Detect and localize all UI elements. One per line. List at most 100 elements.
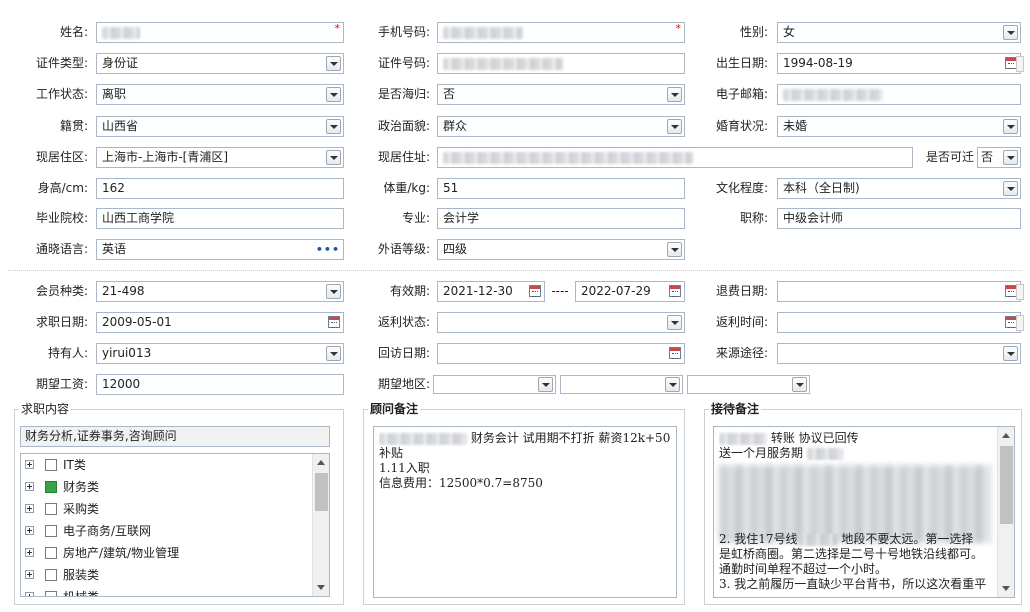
scroll-up-icon[interactable] [317,460,325,465]
apply-date-field[interactable]: 2009-05-01 [96,312,344,333]
expand-icon[interactable] [25,504,34,513]
calendar-icon[interactable] [529,285,541,297]
school-field[interactable]: 山西工商学院 [96,208,344,229]
checkbox[interactable] [45,503,57,515]
holder-label: 持有人: [47,346,88,360]
calendar-icon[interactable] [669,347,681,359]
chevron-down-icon[interactable] [326,346,341,361]
native-select[interactable]: 山西省 [96,116,344,137]
chevron-down-icon[interactable] [326,119,341,134]
chevron-down-icon[interactable] [1003,346,1018,361]
expand-icon[interactable] [25,482,34,491]
workstatus-select[interactable]: 离职 [96,84,344,105]
expand-icon[interactable] [25,460,34,469]
visit-date-field[interactable] [437,343,685,364]
marital-select[interactable]: 未婚 [777,116,1021,137]
expand-icon[interactable] [25,592,34,596]
checkbox[interactable] [45,591,57,596]
salary-field[interactable]: 12000 [96,374,344,395]
chevron-down-icon[interactable] [1003,119,1018,134]
height-value: 162 [102,181,125,195]
checkbox[interactable] [45,569,57,581]
overseas-select[interactable]: 否 [437,84,685,105]
chevron-down-icon[interactable] [1003,150,1018,165]
rebate-status-select[interactable] [437,312,685,333]
member-type-select[interactable]: 21-498 [96,281,344,302]
chevron-down-icon[interactable] [1003,25,1018,40]
email-field[interactable] [777,84,1021,105]
chevron-down-icon[interactable] [667,87,682,102]
language-field[interactable]: 英语 ••• [96,239,344,260]
valid-from-field[interactable]: 2021-12-30 [437,281,545,302]
tree-scrollbar[interactable] [312,454,329,596]
weight-field[interactable]: 51 [437,178,685,199]
tree-item-realestate[interactable]: 房地产/建筑/物业管理 [21,542,311,564]
reception-notes-textarea[interactable]: 转账 协议已回传 送一个月服务期 2. 我住17号线 地段不要太远。第一选择 是… [713,426,1015,598]
chevron-down-icon[interactable] [667,315,682,330]
scroll-down-icon[interactable] [1002,586,1010,591]
residence-select[interactable]: 上海市-上海市-[青浦区] [96,147,344,168]
political-select[interactable]: 群众 [437,116,685,137]
job-selected-field[interactable]: 财务分析,证券事务,咨询顾问 [20,426,330,447]
idtype-select[interactable]: 身份证 [96,53,344,74]
chevron-down-icon[interactable] [326,150,341,165]
valid-to-field[interactable]: 2022-07-29 [575,281,685,302]
chevron-down-icon[interactable] [538,377,553,392]
tree-item-finance[interactable]: 财务类 [21,476,311,498]
refund-date-field[interactable] [777,281,1021,302]
chevron-down-icon[interactable] [326,87,341,102]
langlevel-select[interactable]: 四级 [437,239,685,260]
name-field[interactable]: * [96,22,344,43]
phone-field[interactable]: * [437,22,685,43]
advisor-notes-textarea[interactable]: 财务会计 试用期不打折 薪资12k+500 补贴 1.11入职 信息费用：125… [373,426,677,598]
birth-date-field[interactable]: 1994-08-19 [777,53,1021,74]
more-options-icon[interactable]: ••• [316,240,340,259]
chevron-down-icon[interactable] [792,377,807,392]
relocate-select[interactable]: 否 [977,147,1021,168]
valid-separator: ---- [551,284,569,298]
chevron-down-icon[interactable] [667,119,682,134]
source-select[interactable] [777,343,1021,364]
title-field[interactable]: 中级会计师 [777,208,1021,229]
expand-icon[interactable] [25,548,34,557]
scroll-up-icon[interactable] [1002,433,1010,438]
calendar-icon[interactable] [669,285,681,297]
source-label: 来源途径: [715,346,768,360]
checkbox[interactable] [45,547,57,559]
reception-notes-title: 接待备注 [709,402,762,417]
expand-icon[interactable] [25,526,34,535]
checkbox-checked[interactable] [45,481,57,493]
scroll-thumb[interactable] [315,473,328,511]
scroll-down-icon[interactable] [317,585,325,590]
chevron-down-icon[interactable] [326,56,341,71]
rebate-time-field[interactable] [777,312,1021,333]
height-label: 身高/cm: [37,181,88,195]
region-city-select[interactable] [560,375,683,394]
region-district-select[interactable] [687,375,810,394]
expand-icon[interactable] [25,570,34,579]
checkbox[interactable] [45,525,57,537]
holder-select[interactable]: yirui013 [96,343,344,364]
tree-item-purchase[interactable]: 采购类 [21,498,311,520]
idno-field[interactable] [437,53,685,74]
scroll-thumb[interactable] [1000,446,1013,524]
checkbox[interactable] [45,459,57,471]
redacted-idno [443,57,563,70]
calendar-icon[interactable] [328,316,340,328]
major-field[interactable]: 会计学 [437,208,685,229]
tree-item-it[interactable]: IT类 [21,454,311,476]
chevron-down-icon[interactable] [326,284,341,299]
gender-select[interactable]: 女 [777,22,1021,43]
redacted-name [102,26,140,39]
reception-scrollbar[interactable] [997,427,1014,597]
tree-item-apparel[interactable]: 服装类 [21,564,311,586]
chevron-down-icon[interactable] [1003,181,1018,196]
height-field[interactable]: 162 [96,178,344,199]
tree-item-machinery[interactable]: 机械类 [21,586,311,596]
education-select[interactable]: 本科（全日制) [777,178,1021,199]
tree-item-ecommerce[interactable]: 电子商务/互联网 [21,520,311,542]
address-field[interactable] [437,147,913,168]
chevron-down-icon[interactable] [667,242,682,257]
region-province-select[interactable] [433,375,556,394]
chevron-down-icon[interactable] [665,377,680,392]
